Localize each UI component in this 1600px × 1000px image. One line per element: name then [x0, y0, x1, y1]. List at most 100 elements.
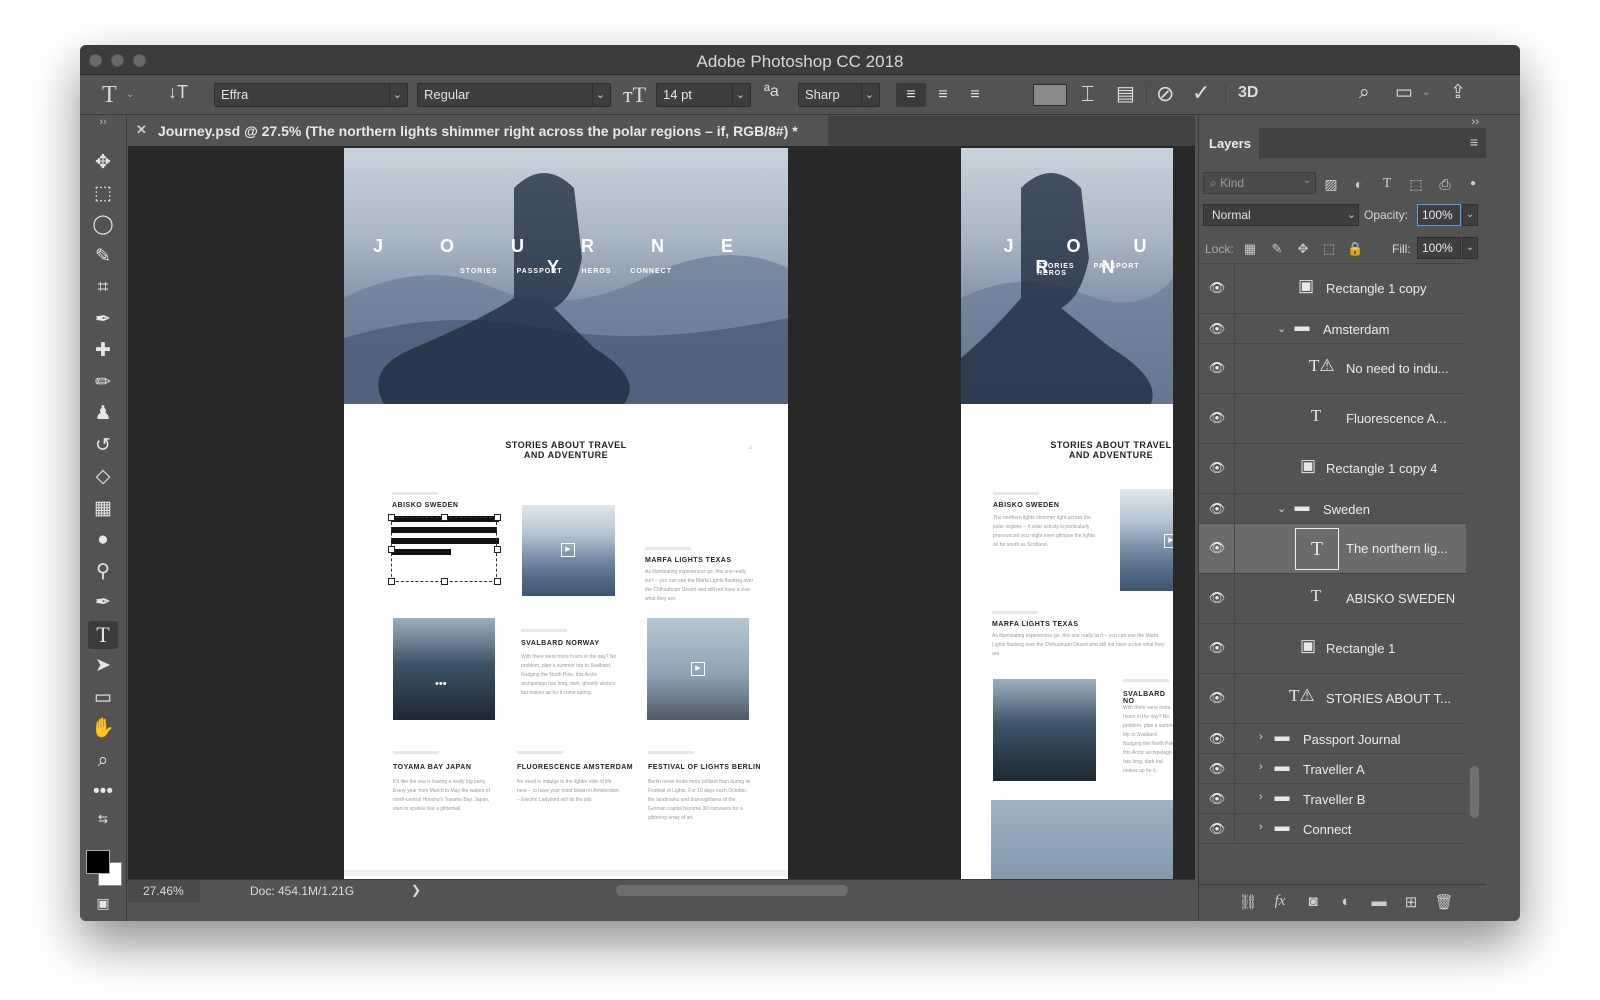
eye-icon[interactable]: 👁 [1208, 460, 1226, 476]
share-icon[interactable]: ⇪ [1450, 81, 1466, 104]
dodge-tool-icon[interactable]: ⚲ [88, 558, 118, 586]
nav-item-stories[interactable]: STORIES [1037, 263, 1075, 270]
pixel-filter-icon[interactable]: ▨ [1321, 174, 1341, 194]
adjustment-layer-icon[interactable]: ◐ [1335, 893, 1357, 910]
layer-row[interactable]: 👁 › ▬ Traveller A [1199, 754, 1466, 784]
shape-filter-icon[interactable]: ⬚ [1406, 174, 1426, 194]
eye-icon[interactable]: 👁 [1208, 540, 1226, 556]
chevron-down-icon[interactable]: ⌄ [1422, 87, 1430, 98]
path-selection-tool-icon[interactable]: ➤ [88, 652, 118, 680]
layer-row[interactable]: 👁 ▣ Rectangle 1 copy [1199, 264, 1466, 314]
layer-row[interactable]: 👁 › ▬ Traveller B [1199, 784, 1466, 814]
align-center-icon[interactable]: ≡ [928, 83, 958, 107]
layer-row[interactable]: 👁 T⚠ STORIES ABOUT T... [1199, 674, 1466, 724]
opacity-field[interactable]: 100% [1417, 204, 1461, 226]
layer-row-selected[interactable]: 👁 T The northern lig... [1199, 524, 1466, 574]
chevron-right-icon[interactable]: › [1259, 731, 1263, 743]
smart-object-filter-icon[interactable]: ⎙ [1435, 174, 1455, 194]
transform-handle[interactable] [441, 514, 448, 521]
brush-tool-icon[interactable]: ✏ [88, 369, 118, 397]
eye-icon[interactable]: 👁 [1208, 321, 1226, 337]
play-icon[interactable]: ▶ [691, 662, 705, 676]
new-layer-icon[interactable]: ⊞ [1400, 893, 1422, 911]
nav-item-stories[interactable]: STORIES [460, 268, 498, 275]
layer-row[interactable]: 👁 ⌄ ▬ Amsterdam [1199, 314, 1466, 344]
link-layers-icon[interactable]: ⛓ [1237, 893, 1259, 911]
fx-icon[interactable]: fx [1269, 893, 1291, 910]
text-selection-box[interactable] [391, 517, 497, 582]
eye-icon[interactable]: 👁 [1208, 360, 1226, 376]
artboard-secondary[interactable]: J O U R N STORIES PASSPORT HEROS STORIES… [961, 148, 1173, 879]
opacity-chevron-icon[interactable]: ⌄ [1462, 204, 1478, 226]
eye-icon[interactable]: 👁 [1208, 590, 1226, 606]
tab-layers[interactable]: Layers [1199, 128, 1259, 158]
swap-colors-icon[interactable]: ⇆ [88, 810, 118, 828]
eye-icon[interactable]: 👁 [1208, 410, 1226, 426]
transform-handle[interactable] [388, 546, 395, 553]
layer-row[interactable]: 👁 ▣ Rectangle 1 [1199, 624, 1466, 674]
filter-toggle-icon[interactable]: ● [1463, 174, 1483, 194]
nav-item-connect[interactable]: CONNECT [630, 268, 672, 275]
lasso-tool-icon[interactable]: ◯ [88, 211, 118, 239]
blur-tool-icon[interactable]: ● [88, 526, 118, 554]
transform-handle[interactable] [388, 514, 395, 521]
commit-checkmark-icon[interactable]: ✓ [1192, 80, 1210, 106]
lock-transparent-icon[interactable]: ▦ [1242, 241, 1258, 257]
document-tab[interactable]: ✕ Journey.psd @ 27.5% (The northern ligh… [128, 116, 828, 146]
eye-icon[interactable]: 👁 [1208, 640, 1226, 656]
lock-position-icon[interactable]: ✥ [1295, 241, 1311, 257]
lock-image-icon[interactable]: ✎ [1269, 241, 1285, 257]
lock-all-icon[interactable]: 🔒 [1347, 241, 1363, 257]
align-left-icon[interactable]: ≡ [896, 83, 926, 107]
nav-item-passport[interactable]: PASSPORT [517, 268, 563, 275]
antialias-dropdown[interactable]: Sharp ⌄ [798, 83, 880, 107]
transform-handle[interactable] [494, 578, 501, 585]
fill-field[interactable]: 100% [1417, 237, 1461, 259]
rectangle-tool-icon[interactable]: ▭ [88, 684, 118, 712]
font-size-dropdown[interactable]: 14 pt ⌄ [656, 83, 751, 107]
artboard-main[interactable]: J O U R N E Y STORIES PASSPORT HEROS CON… [344, 148, 788, 879]
layer-row[interactable]: 👁 T Fluorescence A... [1199, 394, 1466, 444]
foreground-color-swatch[interactable] [86, 850, 110, 874]
zoom-level-field[interactable]: 27.46% [128, 880, 200, 902]
tool-preset-chevron-icon[interactable]: ⌄ [126, 89, 134, 100]
warp-text-icon[interactable]: ⌶ [1081, 81, 1094, 107]
nav-item-heros[interactable]: HEROS [582, 268, 612, 275]
eye-icon[interactable]: 👁 [1208, 761, 1226, 777]
transform-handle[interactable] [494, 546, 501, 553]
chevron-down-icon[interactable]: ⌄ [1277, 322, 1286, 335]
layer-row[interactable]: 👁 ▣ Rectangle 1 copy 4 [1199, 444, 1466, 494]
eye-icon[interactable]: 👁 [1208, 821, 1226, 837]
collapse-panels-icon[interactable]: ›› [1472, 116, 1479, 128]
expand-toolbar-icon[interactable]: ›› [88, 114, 118, 130]
cancel-icon[interactable]: ⊘ [1156, 81, 1174, 107]
eye-icon[interactable]: 👁 [1208, 280, 1226, 296]
chevron-down-icon[interactable]: ⌄ [1277, 502, 1286, 515]
type-tool-icon[interactable]: T [88, 621, 118, 649]
crop-tool-icon[interactable]: ⌗ [88, 274, 118, 302]
transform-handle[interactable] [494, 514, 501, 521]
layer-row[interactable]: 👁 › ▬ Passport Journal [1199, 724, 1466, 754]
align-right-icon[interactable]: ≡ [960, 83, 990, 107]
fill-chevron-icon[interactable]: ⌄ [1462, 237, 1478, 259]
layer-row[interactable]: 👁 T⚠ No need to indu... [1199, 344, 1466, 394]
nav-item-heros[interactable]: HEROS [1037, 270, 1067, 277]
transform-handle[interactable] [441, 578, 448, 585]
layer-mask-icon[interactable]: ◙ [1302, 893, 1324, 910]
blend-mode-dropdown[interactable]: Normal ⌄ [1203, 204, 1359, 226]
more-tools-icon[interactable]: ••• [88, 778, 118, 806]
lock-artboard-icon[interactable]: ⬚ [1321, 241, 1337, 257]
layer-row[interactable]: 👁 T ABISKO SWEDEN [1199, 574, 1466, 624]
move-tool-icon[interactable]: ✥ [88, 149, 118, 177]
status-menu-arrow[interactable]: ❯ [411, 883, 421, 897]
new-group-icon[interactable]: ▬ [1368, 893, 1390, 910]
text-orientation-icon[interactable]: ↓T [168, 82, 188, 103]
healing-brush-tool-icon[interactable]: ✚ [88, 337, 118, 365]
quick-mask-icon[interactable]: ▣ [88, 889, 118, 917]
quick-selection-tool-icon[interactable]: ✎ [88, 243, 118, 271]
chevron-right-icon[interactable]: › [1259, 821, 1263, 833]
transform-handle[interactable] [388, 578, 395, 585]
chevron-right-icon[interactable]: › [1259, 791, 1263, 803]
type-filter-icon[interactable]: T [1377, 174, 1397, 194]
text-color-swatch[interactable] [1033, 84, 1067, 106]
